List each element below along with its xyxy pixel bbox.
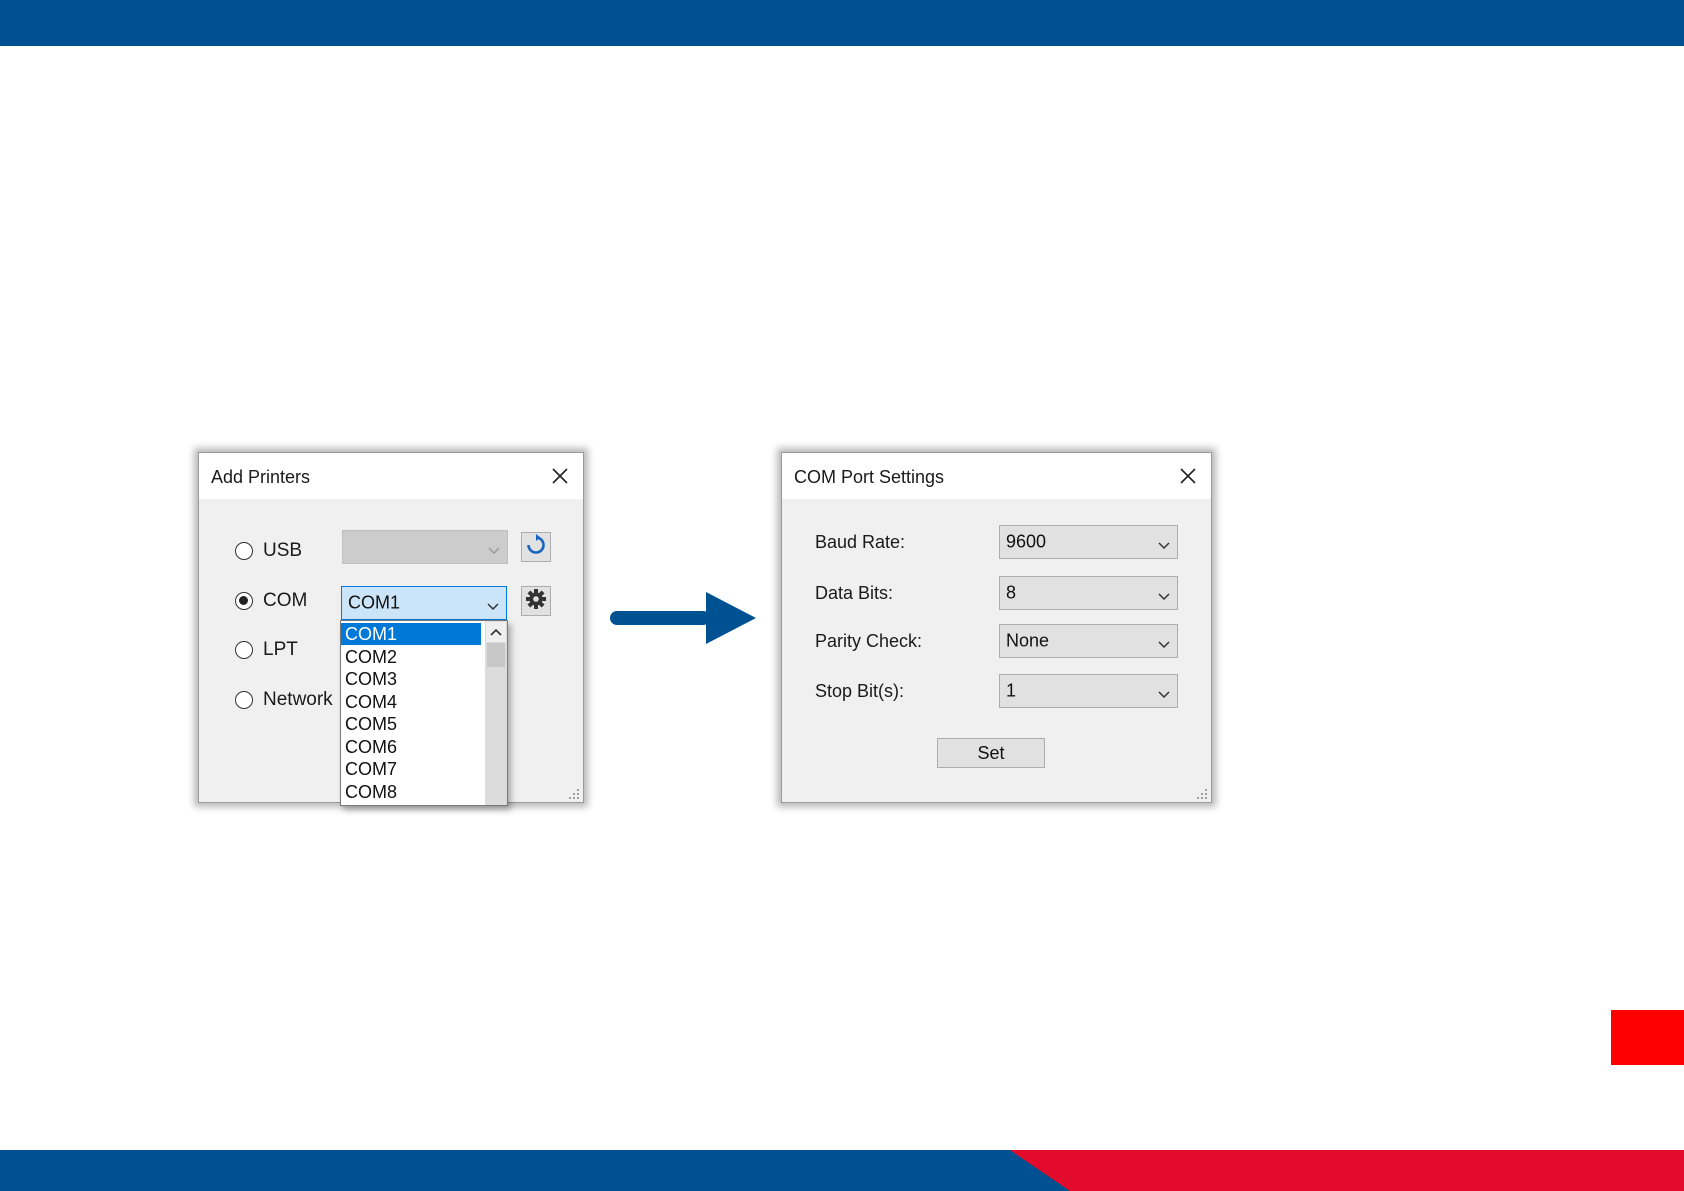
parity-check-label: Parity Check: — [815, 631, 923, 651]
add-printers-title: Add Printers — [211, 467, 311, 487]
list-item-com2[interactable]: COM2 — [341, 646, 481, 668]
radio-network-label: Network — [263, 689, 333, 710]
parity-check-select[interactable]: None — [999, 624, 1178, 658]
radio-usb-circle[interactable] — [235, 542, 253, 560]
data-bits-value: 8 — [1006, 582, 1017, 603]
baud-rate-value: 9600 — [1006, 531, 1047, 552]
arrow-right-icon — [610, 592, 756, 644]
usb-printer-select[interactable] — [342, 530, 508, 564]
list-item-com1[interactable]: COM1 — [341, 623, 481, 645]
parity-check-value: None — [1006, 630, 1050, 651]
radio-com-label: COM — [263, 590, 308, 611]
set-button[interactable]: Set — [937, 738, 1045, 768]
com-port-select[interactable]: COM1 — [341, 586, 507, 620]
scrollbar-thumb[interactable] — [487, 643, 505, 667]
resize-grip-icon[interactable] — [568, 787, 580, 799]
list-item-com3[interactable]: COM3 — [341, 668, 481, 690]
com-settings-titlebar: COM Port Settings — [782, 453, 1211, 499]
top-banner — [0, 0, 1684, 46]
data-bits-select[interactable]: 8 — [999, 576, 1178, 610]
baud-rate-select[interactable]: 9600 — [999, 525, 1178, 559]
radio-usb[interactable]: USB — [235, 539, 302, 563]
com-port-dropdown-list: COM1 COM2 COM3 COM4 COM5 COM6 COM7 COM8 — [340, 620, 508, 806]
radio-network[interactable]: Network — [235, 688, 333, 712]
add-printers-titlebar: Add Printers — [199, 453, 583, 499]
radio-com[interactable]: COM — [235, 589, 307, 613]
radio-lpt-circle[interactable] — [235, 641, 253, 659]
radio-usb-label: USB — [263, 540, 303, 561]
com-settings-title: COM Port Settings — [794, 467, 945, 487]
close-icon[interactable] — [1173, 461, 1203, 491]
stop-bits-select[interactable]: 1 — [999, 674, 1178, 708]
list-item-com4[interactable]: COM4 — [341, 691, 481, 713]
chevron-down-icon — [1157, 636, 1171, 649]
chevron-down-icon — [1157, 686, 1171, 699]
chevron-up-icon[interactable] — [486, 622, 506, 642]
radio-lpt-label: LPT — [263, 639, 298, 660]
page-tab-marker — [1611, 1010, 1684, 1065]
radio-lpt[interactable]: LPT — [235, 638, 298, 662]
list-item-com5[interactable]: COM5 — [341, 713, 481, 735]
chevron-down-icon — [1157, 537, 1171, 550]
chevron-down-icon — [486, 598, 500, 611]
resize-grip-icon[interactable] — [1196, 787, 1208, 799]
list-item-com8[interactable]: COM8 — [341, 781, 481, 803]
bottom-banner-red-stripe — [1010, 1150, 1684, 1191]
list-item-com6[interactable]: COM6 — [341, 736, 481, 758]
chevron-down-icon — [1157, 588, 1171, 601]
refresh-icon — [525, 533, 547, 561]
com-settings-button[interactable] — [521, 586, 551, 616]
stop-bits-value: 1 — [1006, 680, 1017, 701]
stop-bits-label: Stop Bit(s): — [815, 681, 905, 701]
com-port-select-value: COM1 — [348, 592, 401, 613]
gear-icon — [525, 588, 547, 615]
close-icon[interactable] — [545, 461, 575, 491]
refresh-button[interactable] — [521, 532, 551, 562]
data-bits-label: Data Bits: — [815, 583, 894, 603]
list-item-com7[interactable]: COM7 — [341, 758, 481, 780]
dropdown-scrollbar[interactable] — [485, 621, 507, 805]
radio-com-circle[interactable] — [235, 592, 253, 610]
com-port-settings-dialog: COM Port Settings Baud Rate: 9600 Data B… — [781, 452, 1212, 803]
radio-network-circle[interactable] — [235, 691, 253, 709]
chevron-down-icon — [487, 542, 501, 555]
baud-rate-label: Baud Rate: — [815, 532, 906, 552]
